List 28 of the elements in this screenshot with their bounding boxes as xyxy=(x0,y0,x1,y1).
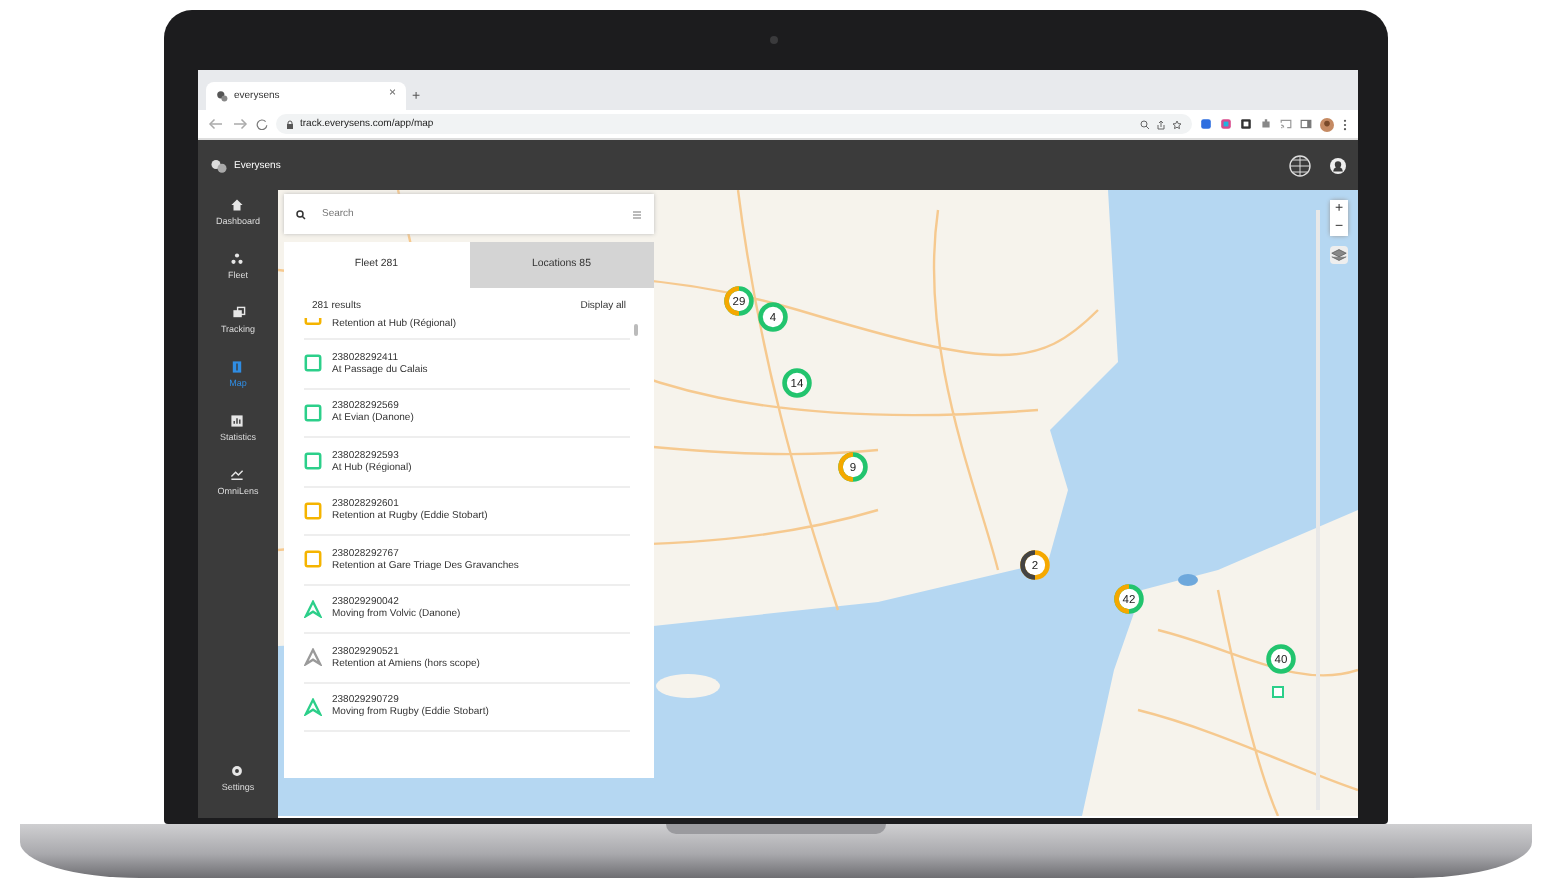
share-icon[interactable] xyxy=(1156,119,1166,129)
tracking-icon xyxy=(231,306,245,320)
layers-icon[interactable] xyxy=(1330,246,1348,264)
avatar-icon[interactable] xyxy=(1320,117,1334,131)
cast-icon[interactable] xyxy=(1280,118,1292,130)
site-icon xyxy=(216,90,228,102)
puzzle-icon[interactable] xyxy=(1260,118,1272,130)
scrollbar[interactable] xyxy=(634,324,638,336)
star-icon[interactable] xyxy=(1172,119,1182,129)
search-icon xyxy=(296,209,306,219)
lock-icon xyxy=(286,119,294,129)
reload-icon[interactable] xyxy=(256,118,268,130)
user-icon[interactable] xyxy=(1330,157,1346,173)
statistics-icon xyxy=(230,414,245,428)
back-icon[interactable] xyxy=(208,118,224,130)
zoom-icon[interactable] xyxy=(1140,119,1150,129)
extension-icon[interactable] xyxy=(1240,118,1252,130)
home-icon xyxy=(230,198,245,212)
map-icon xyxy=(230,360,245,374)
sidebar-icon[interactable] xyxy=(1300,118,1312,130)
globe-icon[interactable] xyxy=(1288,153,1312,177)
menu-icon[interactable] xyxy=(1342,117,1348,131)
logo-icon xyxy=(210,157,228,173)
forward-icon[interactable] xyxy=(232,118,248,130)
settings-icon xyxy=(230,764,245,778)
omnilens-icon xyxy=(230,468,245,482)
map-marker[interactable] xyxy=(1272,686,1284,698)
fleet-icon xyxy=(230,252,245,266)
